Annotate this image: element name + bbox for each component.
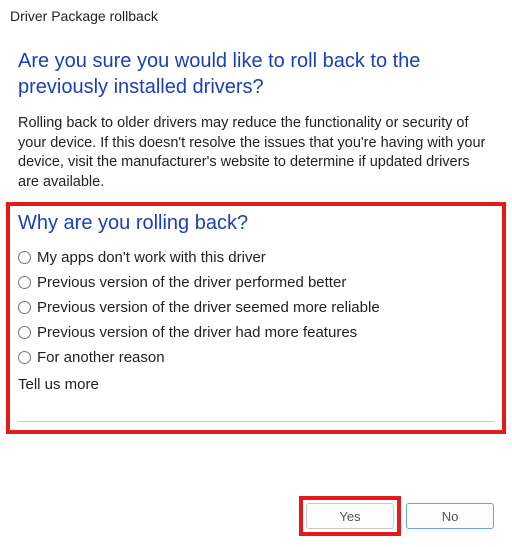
reason-radio-1[interactable] [18, 276, 31, 289]
survey-heading: Why are you rolling back? [18, 212, 494, 235]
reason-label: For another reason [37, 349, 165, 366]
reason-option[interactable]: Previous version of the driver seemed mo… [18, 299, 494, 316]
reason-label: Previous version of the driver performed… [37, 274, 346, 291]
no-button-wrap: No [406, 503, 494, 529]
reason-label: Previous version of the driver seemed mo… [37, 299, 380, 316]
tell-more-input[interactable] [18, 397, 494, 422]
reason-option[interactable]: Previous version of the driver performed… [18, 274, 494, 291]
reason-option[interactable]: My apps don't work with this driver [18, 249, 494, 266]
confirm-heading: Are you sure you would like to roll back… [18, 48, 494, 100]
reason-option[interactable]: For another reason [18, 349, 494, 366]
dialog-window: Driver Package rollback Are you sure you… [0, 0, 512, 547]
reason-option[interactable]: Previous version of the driver had more … [18, 324, 494, 341]
survey-section: Why are you rolling back? My apps don't … [6, 202, 506, 434]
yes-button-highlight: Yes [299, 496, 401, 536]
reason-radio-0[interactable] [18, 251, 31, 264]
no-button[interactable]: No [406, 503, 494, 529]
tell-more-label: Tell us more [18, 376, 494, 393]
dialog-footer: Yes No [0, 489, 512, 547]
reason-label: Previous version of the driver had more … [37, 324, 357, 341]
warning-text: Rolling back to older drivers may reduce… [18, 114, 494, 192]
reason-radio-3[interactable] [18, 326, 31, 339]
reason-radio-4[interactable] [18, 351, 31, 364]
reason-radio-2[interactable] [18, 301, 31, 314]
yes-button[interactable]: Yes [306, 503, 394, 529]
reason-label: My apps don't work with this driver [37, 249, 266, 266]
dialog-content: Are you sure you would like to roll back… [0, 28, 512, 489]
window-title: Driver Package rollback [0, 0, 512, 28]
